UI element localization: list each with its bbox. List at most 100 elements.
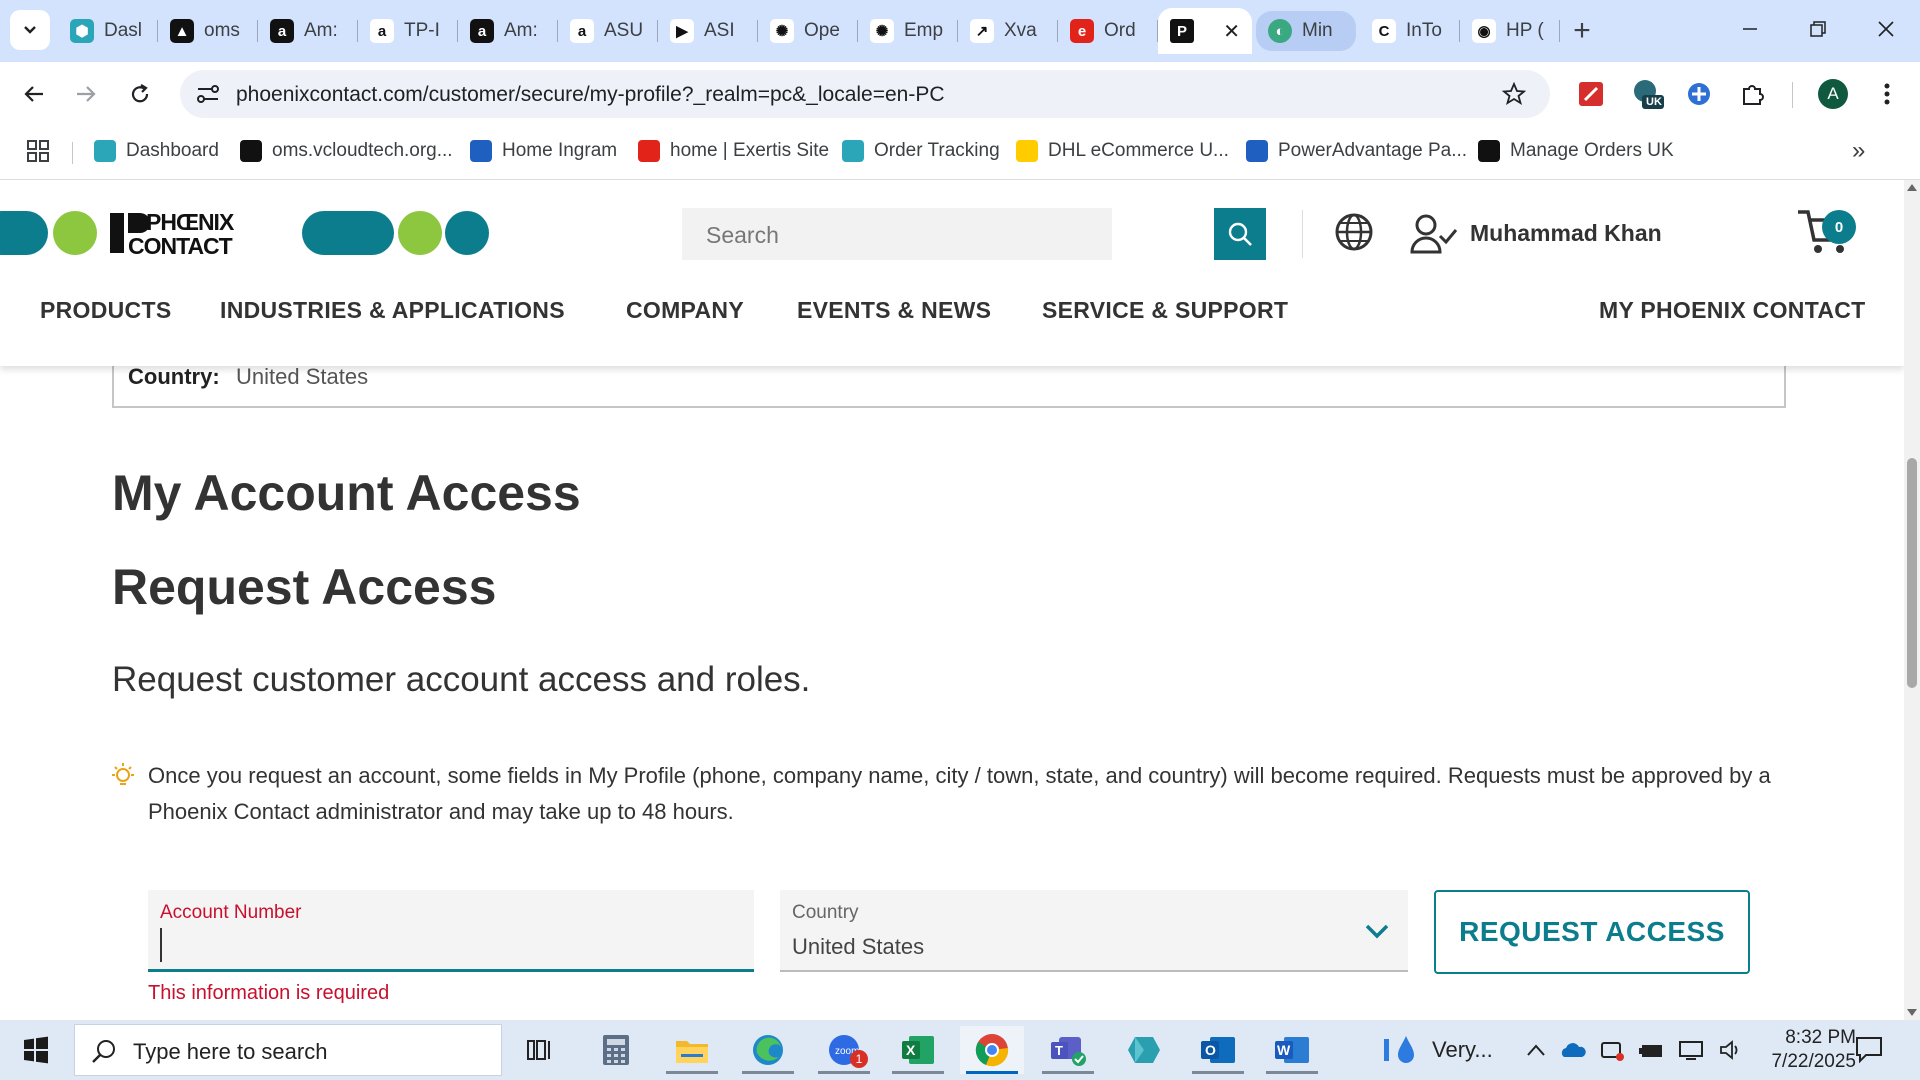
- tab-7[interactable]: ✺ Ope: [758, 8, 858, 54]
- country-select[interactable]: Country United States: [780, 890, 1408, 972]
- nav-industries-applications[interactable]: INDUSTRIES & APPLICATIONS: [220, 297, 565, 324]
- word-app[interactable]: W: [1260, 1026, 1324, 1074]
- minimize-button[interactable]: [1716, 6, 1784, 52]
- weather-widget[interactable]: Very...: [1382, 1020, 1493, 1080]
- pdf-extension-button[interactable]: [1572, 76, 1610, 112]
- word-icon: W: [1275, 1037, 1309, 1063]
- bookmark-label: Home Ingram: [502, 140, 618, 161]
- tab-2[interactable]: a Am:: [258, 8, 358, 54]
- site-info-icon[interactable]: [196, 83, 220, 105]
- address-bar[interactable]: phoenixcontact.com/customer/secure/my-pr…: [180, 70, 1550, 118]
- notifications-button[interactable]: [1854, 1034, 1886, 1066]
- request-access-button[interactable]: REQUEST ACCESS: [1434, 890, 1750, 974]
- avatar-initial: A: [1827, 84, 1839, 103]
- account-number-field[interactable]: Account Number: [148, 890, 754, 972]
- battery-icon[interactable]: [1638, 1041, 1664, 1059]
- bookmark-item[interactable]: DHL eCommerce U...: [1016, 136, 1229, 166]
- bookmark-star-icon[interactable]: [1502, 82, 1526, 106]
- scroll-up-arrow-icon[interactable]: [1907, 184, 1917, 191]
- uk-extension-button[interactable]: UK: [1628, 76, 1666, 112]
- reload-button[interactable]: [120, 74, 160, 114]
- tab-min[interactable]: ◐ Min: [1256, 11, 1356, 51]
- globe-icon[interactable]: [1332, 210, 1376, 254]
- puzzle-app-extension-button[interactable]: [1680, 76, 1718, 112]
- nav-service-support[interactable]: SERVICE & SUPPORT: [1042, 297, 1288, 324]
- tab-8[interactable]: ✺ Emp: [858, 8, 958, 54]
- nav-company[interactable]: COMPANY: [626, 297, 744, 324]
- bookmark-favicon-icon: [1478, 140, 1500, 162]
- excel-app[interactable]: X: [886, 1026, 950, 1074]
- bookmark-item[interactable]: Dashboard: [94, 136, 219, 166]
- tab-1[interactable]: ▲ oms: [158, 8, 258, 54]
- teal-app[interactable]: [1112, 1026, 1176, 1074]
- bookmark-favicon-icon: [638, 140, 660, 162]
- tab-after-1[interactable]: ◉ HP (: [1460, 8, 1560, 54]
- bookmark-label: PowerAdvantage Pa...: [1278, 140, 1468, 161]
- outlook-app[interactable]: O: [1186, 1026, 1250, 1074]
- tab-0[interactable]: ⬢ Dasl: [58, 8, 158, 54]
- page-scrollbar[interactable]: [1904, 180, 1920, 1020]
- extensions-button[interactable]: [1734, 76, 1772, 112]
- browser-menu-button[interactable]: [1868, 76, 1906, 112]
- bookmark-item[interactable]: home | Exertis Site: [638, 136, 829, 166]
- scroll-down-arrow-icon[interactable]: [1907, 1009, 1917, 1016]
- phoenix-contact-logo[interactable]: PHŒNIX CONTACT: [0, 210, 490, 256]
- more-bookmarks-button[interactable]: »: [1852, 136, 1865, 166]
- scroll-thumb[interactable]: [1907, 458, 1917, 688]
- chevron-up-icon[interactable]: [1526, 1043, 1546, 1057]
- system-tray: [1526, 1020, 1744, 1080]
- tab-6[interactable]: ▶ ASI: [658, 8, 758, 54]
- task-view-button[interactable]: [508, 1026, 572, 1074]
- tab-9[interactable]: ↗ Xva: [958, 8, 1058, 54]
- nav-products[interactable]: PRODUCTS: [40, 297, 171, 324]
- taskbar-search-box[interactable]: Type here to search: [74, 1024, 502, 1076]
- chrome-icon: [975, 1034, 1009, 1067]
- tab-title: ASU: [604, 20, 644, 41]
- bookmark-item[interactable]: PowerAdvantage Pa...: [1246, 136, 1467, 166]
- nav-my-phoenix-contact[interactable]: MY PHOENIX CONTACT: [1599, 297, 1866, 324]
- site-search-input[interactable]: Search: [682, 208, 1112, 260]
- apps-button[interactable]: [26, 136, 50, 166]
- tab-close-icon[interactable]: ✕: [1223, 19, 1240, 44]
- tab-title: Dasl: [104, 20, 143, 41]
- back-button[interactable]: [14, 74, 54, 114]
- onedrive-icon[interactable]: [1560, 1041, 1586, 1059]
- tab-4[interactable]: a Am:: [458, 8, 558, 54]
- bookmark-label: Manage Orders UK: [1510, 140, 1674, 161]
- forward-button[interactable]: [66, 74, 106, 114]
- file-explorer-app[interactable]: [660, 1026, 724, 1074]
- bookmark-favicon-icon: [842, 140, 864, 162]
- meet-now-icon[interactable]: [1600, 1039, 1624, 1061]
- bookmark-item[interactable]: Manage Orders UK: [1478, 136, 1674, 166]
- tab-favicon-icon: a: [570, 19, 594, 43]
- close-window-button[interactable]: [1852, 6, 1920, 52]
- restore-button[interactable]: [1784, 6, 1852, 52]
- zoom-app[interactable]: zoom 1: [812, 1026, 876, 1074]
- tab-title: Am:: [504, 20, 538, 41]
- chrome-app[interactable]: [960, 1026, 1024, 1074]
- new-tab-button[interactable]: +: [1560, 9, 1604, 53]
- teams-app[interactable]: T: [1036, 1026, 1100, 1074]
- site-search-button[interactable]: [1214, 208, 1266, 260]
- tab-after-0[interactable]: C InTo: [1360, 8, 1460, 54]
- tab-5[interactable]: a ASU: [558, 8, 658, 54]
- bookmark-item[interactable]: Home Ingram: [470, 136, 617, 166]
- outlook-icon: O: [1201, 1037, 1235, 1063]
- tab-3[interactable]: a TP-I: [358, 8, 458, 54]
- user-account-menu[interactable]: Muhammad Khan: [1410, 212, 1662, 254]
- windows-start-icon[interactable]: [14, 1032, 58, 1068]
- tab-search-button[interactable]: [10, 10, 50, 50]
- tab-favicon-icon: ▶: [670, 19, 694, 43]
- nav-events-news[interactable]: EVENTS & NEWS: [797, 297, 991, 324]
- taskbar-clock[interactable]: 8:32 PM 7/22/2025: [1728, 1026, 1856, 1074]
- calculator-app[interactable]: [584, 1026, 648, 1074]
- tab-10[interactable]: e Ord: [1058, 8, 1158, 54]
- bookmark-item[interactable]: oms.vcloudtech.org...: [240, 136, 453, 166]
- network-icon[interactable]: [1678, 1039, 1704, 1061]
- account-number-input[interactable]: [160, 928, 730, 962]
- tab-title: ASI: [704, 20, 735, 41]
- profile-button[interactable]: A: [1814, 76, 1852, 112]
- edge-app[interactable]: [736, 1026, 800, 1074]
- bookmark-item[interactable]: Order Tracking: [842, 136, 1000, 166]
- tab-phoenix-active[interactable]: P ✕: [1158, 8, 1252, 54]
